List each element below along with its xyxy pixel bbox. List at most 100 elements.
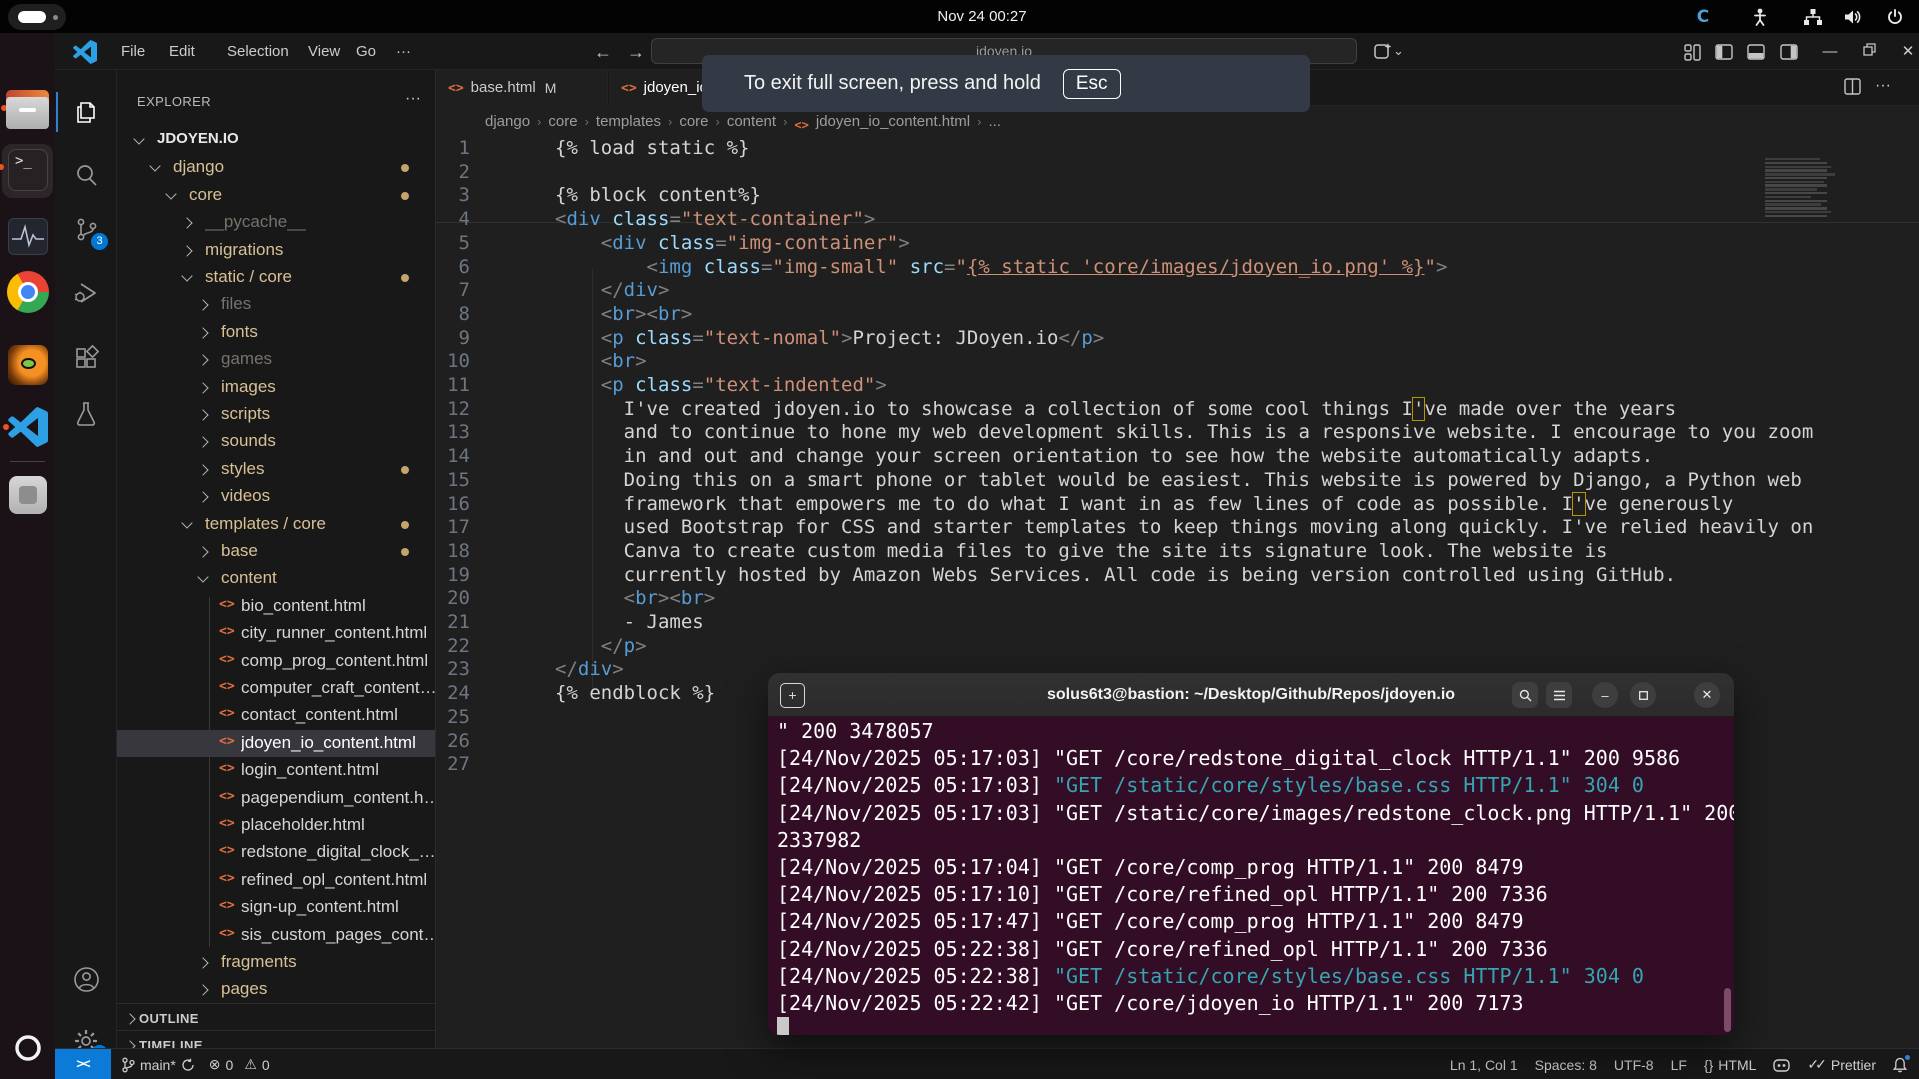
language-mode[interactable]: {} HTML bbox=[1704, 1057, 1756, 1073]
code-line[interactable]: 7 </div> bbox=[436, 279, 1919, 303]
tree-item[interactable]: pages bbox=[117, 976, 436, 1003]
chrome-app-icon[interactable] bbox=[7, 271, 49, 313]
code-line[interactable]: 20 <br><br> bbox=[436, 587, 1919, 611]
code-line[interactable]: 1{% load static %} bbox=[436, 137, 1919, 161]
tree-item[interactable]: JDOYEN.IO bbox=[117, 127, 436, 154]
breadcrumb-item[interactable]: templates bbox=[596, 113, 661, 130]
breadcrumb-item[interactable]: core bbox=[548, 113, 577, 130]
git-branch-item[interactable]: main* bbox=[121, 1057, 195, 1073]
customize-layout-icon[interactable] bbox=[1680, 41, 1704, 63]
menu-selection[interactable]: Selection bbox=[217, 33, 299, 70]
tree-item[interactable]: <>login_content.html bbox=[117, 757, 436, 784]
code-line[interactable]: 3{% block content%} bbox=[436, 184, 1919, 208]
run-debug-icon[interactable] bbox=[70, 277, 102, 309]
copilot-icon[interactable] bbox=[1773, 1058, 1790, 1072]
toggle-primary-sidebar-icon[interactable] bbox=[1712, 41, 1736, 63]
code-line[interactable]: 11 <p class="text-indented"> bbox=[436, 374, 1919, 398]
tree-item[interactable]: <>placeholder.html bbox=[117, 812, 436, 839]
menu-file[interactable]: File bbox=[111, 33, 155, 70]
clock[interactable]: Nov 24 00:27 bbox=[902, 0, 1062, 33]
code-line[interactable]: 22 </p> bbox=[436, 635, 1919, 659]
tree-item[interactable]: <>contact_content.html bbox=[117, 702, 436, 729]
source-control-icon[interactable]: 3 bbox=[70, 213, 102, 245]
indentation[interactable]: Spaces: 8 bbox=[1535, 1057, 1597, 1073]
tree-item[interactable]: <>bio_content.html bbox=[117, 593, 436, 620]
tree-item[interactable]: <>comp_prog_content.html bbox=[117, 648, 436, 675]
code-line[interactable]: 9 <p class="text-nomal">Project: JDoyen.… bbox=[436, 327, 1919, 351]
system-monitor-app-icon[interactable] bbox=[8, 218, 48, 255]
outline-section[interactable]: OUTLINE bbox=[117, 1003, 436, 1030]
menu-go[interactable]: Go bbox=[346, 33, 386, 70]
software-center-app-icon[interactable] bbox=[9, 476, 47, 514]
terminal-scrollbar-thumb[interactable] bbox=[1724, 988, 1731, 1032]
code-line[interactable]: 2 bbox=[436, 161, 1919, 185]
eol[interactable]: LF bbox=[1671, 1057, 1687, 1073]
toggle-secondary-sidebar-icon[interactable] bbox=[1777, 41, 1801, 63]
terminal-minimize-icon[interactable]: – bbox=[1592, 682, 1618, 708]
menu-more[interactable]: ··· bbox=[386, 33, 421, 70]
code-line[interactable]: 15 Doing this on a smart phone or tablet… bbox=[436, 469, 1919, 493]
code-line[interactable]: 14 in and out and change your screen ori… bbox=[436, 445, 1919, 469]
code-line[interactable]: 13 and to continue to hone my web develo… bbox=[436, 421, 1919, 445]
tree-item[interactable]: scripts bbox=[117, 401, 436, 428]
tree-item[interactable]: styles bbox=[117, 456, 436, 483]
code-line[interactable]: 6 <img class="img-small" src="{% static … bbox=[436, 256, 1919, 280]
code-line[interactable]: 16 framework that empowers me to do what… bbox=[436, 493, 1919, 517]
update-c-icon[interactable]: C bbox=[1688, 0, 1718, 33]
window-list-widget[interactable] bbox=[8, 4, 66, 30]
accessibility-icon[interactable] bbox=[1745, 0, 1775, 33]
terminal-app-icon[interactable]: >_ bbox=[8, 149, 48, 191]
timeline-section[interactable]: TIMELINE bbox=[117, 1030, 436, 1048]
volume-icon[interactable] bbox=[1838, 0, 1868, 33]
menu-edit[interactable]: Edit bbox=[159, 33, 205, 70]
remote-indicator[interactable]: >< bbox=[55, 1049, 111, 1079]
network-icon[interactable] bbox=[1798, 0, 1828, 33]
tab-base-html[interactable]: <> base.html M bbox=[436, 70, 608, 106]
breadcrumb-item[interactable]: django bbox=[485, 113, 530, 130]
tree-item[interactable]: <>jdoyen_io_content.html bbox=[117, 730, 436, 757]
game-app-icon[interactable] bbox=[8, 345, 48, 385]
tree-item[interactable]: fragments bbox=[117, 949, 436, 976]
minimize-button[interactable]: — bbox=[1817, 41, 1843, 63]
tree-item[interactable]: sounds bbox=[117, 428, 436, 455]
tree-item[interactable]: content bbox=[117, 565, 436, 592]
explorer-icon[interactable] bbox=[70, 96, 102, 128]
editor-more-icon[interactable]: ··· bbox=[1875, 77, 1891, 95]
tree-item[interactable]: core bbox=[117, 182, 436, 209]
breadcrumb[interactable]: django›core›templates›core›content›<>jdo… bbox=[485, 110, 1001, 132]
tree-item[interactable]: files bbox=[117, 291, 436, 318]
tree-item[interactable]: migrations bbox=[117, 237, 436, 264]
split-editor-icon[interactable] bbox=[1844, 78, 1861, 95]
breadcrumb-item[interactable]: ... bbox=[988, 113, 1001, 130]
tree-item[interactable]: <>computer_craft_content.html bbox=[117, 675, 436, 702]
forward-arrow[interactable]: → bbox=[623, 39, 649, 65]
terminal-header[interactable]: solus6t3@bastion: ~/Desktop/Github/Repos… bbox=[768, 673, 1734, 717]
back-arrow[interactable]: ← bbox=[590, 39, 616, 65]
terminal-maximize-icon[interactable] bbox=[1630, 682, 1656, 708]
code-line[interactable]: 10 <br> bbox=[436, 350, 1919, 374]
code-line[interactable]: 21 - James bbox=[436, 611, 1919, 635]
problems-item[interactable]: ⊗0 ⚠0 bbox=[209, 1056, 270, 1073]
tree-item[interactable]: fonts bbox=[117, 319, 436, 346]
code-line[interactable]: 4<div class="text-container"> bbox=[436, 208, 1919, 232]
restore-button[interactable] bbox=[1856, 41, 1882, 63]
terminal-close-icon[interactable]: ✕ bbox=[1694, 682, 1720, 708]
notifications-bell-icon[interactable] bbox=[1893, 1057, 1907, 1073]
explorer-actions-icon[interactable]: ··· bbox=[405, 90, 421, 108]
menu-view[interactable]: View bbox=[298, 33, 350, 70]
distro-logo-icon[interactable] bbox=[13, 1033, 43, 1063]
files-app-icon[interactable] bbox=[6, 88, 49, 131]
encoding[interactable]: UTF-8 bbox=[1614, 1057, 1654, 1073]
copilot-dropdown[interactable]: ⌄ bbox=[1373, 41, 1417, 63]
power-icon[interactable] bbox=[1880, 0, 1910, 33]
toggle-panel-icon[interactable] bbox=[1744, 41, 1768, 63]
prettier-item[interactable]: ✓✓ Prettier bbox=[1807, 1056, 1876, 1073]
testing-icon[interactable] bbox=[70, 398, 102, 430]
tree-item[interactable]: videos bbox=[117, 483, 436, 510]
code-line[interactable]: 5 <div class="img-container"> bbox=[436, 232, 1919, 256]
vscode-app-icon[interactable] bbox=[8, 407, 48, 447]
code-line[interactable]: 12 I've created jdoyen.io to showcase a … bbox=[436, 398, 1919, 422]
tree-item[interactable]: games bbox=[117, 346, 436, 373]
terminal-body[interactable]: " 200 3478057[24/Nov/2025 05:17:03] "GET… bbox=[768, 717, 1734, 1035]
code-line[interactable]: 8 <br><br> bbox=[436, 303, 1919, 327]
